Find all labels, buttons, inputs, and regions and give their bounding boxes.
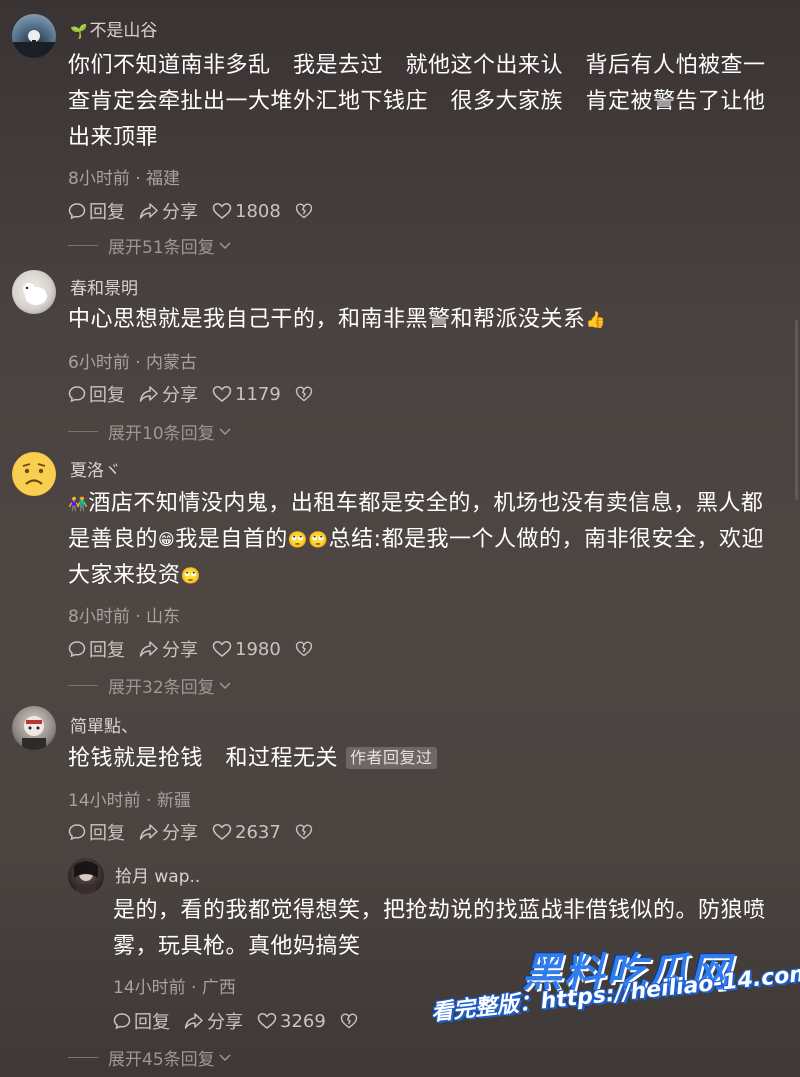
sly-emoji-icon: 🙄 <box>308 530 329 549</box>
expand-replies[interactable]: 展开32条回复 <box>68 673 232 698</box>
comment-text: 你们不知道南非多乱 我是去过 就他这个出来认 背后有人怕被查一查肯定会牵扯出一大… <box>68 53 766 150</box>
heart-icon <box>212 203 232 219</box>
comment-meta: 14小时前 · 新疆 <box>68 791 191 811</box>
share-icon <box>184 1013 203 1029</box>
reply-button[interactable]: 回复 <box>68 381 125 407</box>
comment-text: 中心思想就是我自己干的，和南非黑警和帮派没关系👍 <box>68 302 783 338</box>
author-replied-badge: 作者回复过 <box>346 747 437 769</box>
comment-actions: 回复 分享 3269 <box>113 1008 375 1034</box>
username[interactable]: 春和景明 <box>70 274 138 299</box>
divider <box>68 685 98 686</box>
reply-button[interactable]: 回复 <box>68 198 125 224</box>
avatar[interactable] <box>12 270 56 314</box>
reply-icon <box>68 386 86 403</box>
avatar-image <box>22 716 46 750</box>
username[interactable]: 🌱 不是山谷 <box>70 16 157 41</box>
dislike-button[interactable] <box>340 1012 361 1030</box>
divider <box>68 431 98 432</box>
scrollbar[interactable] <box>795 320 798 500</box>
avatar[interactable] <box>12 452 56 496</box>
avatar[interactable] <box>68 858 104 894</box>
reply-icon <box>113 1013 131 1030</box>
like-button[interactable]: 1179 <box>212 384 281 405</box>
share-icon <box>139 824 158 840</box>
share-button[interactable]: 分享 <box>139 636 198 662</box>
reply-icon <box>68 203 86 220</box>
grin-emoji-icon: 😁 <box>158 530 176 549</box>
share-button[interactable]: 分享 <box>139 819 198 845</box>
expand-replies[interactable]: 展开10条回复 <box>68 419 232 444</box>
reply-icon <box>68 824 86 841</box>
avatar[interactable] <box>12 14 56 58</box>
share-button[interactable]: 分享 <box>139 198 198 224</box>
chevron-down-icon <box>219 681 231 689</box>
broken-heart-icon <box>295 641 313 657</box>
reply-button[interactable]: 回复 <box>113 1008 170 1034</box>
like-count: 1179 <box>235 383 281 405</box>
dislike-button[interactable] <box>295 640 316 658</box>
reply-icon <box>68 641 86 658</box>
expand-replies[interactable]: 展开45条回复 <box>68 1045 232 1070</box>
dislike-button[interactable] <box>295 202 316 220</box>
broken-heart-icon <box>295 824 313 840</box>
like-button[interactable]: 3269 <box>257 1011 326 1032</box>
reply-button[interactable]: 回复 <box>68 636 125 662</box>
comment-actions: 回复 分享 1980 <box>68 636 330 662</box>
comment-meta: 6小时前 · 内蒙古 <box>68 353 198 373</box>
share-button[interactable]: 分享 <box>184 1008 243 1034</box>
comment-meta: 8小时前 · 福建 <box>68 169 181 189</box>
chevron-down-icon <box>219 1053 231 1061</box>
comment-text: 👫酒店不知情没内鬼，出租车都是安全的，机场也没有卖信息，黑人都是善良的😁我是自首… <box>68 486 783 594</box>
dislike-button[interactable] <box>295 385 316 403</box>
like-button[interactable]: 1980 <box>212 639 281 660</box>
chevron-down-icon <box>219 241 231 249</box>
username[interactable]: 拾月 wap.. <box>115 862 200 887</box>
comment-actions: 回复 分享 2637 <box>68 819 330 845</box>
heart-icon <box>212 386 232 402</box>
worried-face-icon <box>13 453 55 495</box>
heart-icon <box>212 641 232 657</box>
broken-heart-icon <box>295 203 313 219</box>
sprout-icon: 🌱 <box>70 24 88 40</box>
share-icon <box>139 386 158 402</box>
avatar-image <box>12 30 56 58</box>
divider <box>68 245 98 246</box>
share-button[interactable]: 分享 <box>139 381 198 407</box>
like-count: 3269 <box>280 1010 326 1032</box>
like-count: 2637 <box>235 821 281 843</box>
share-icon <box>139 203 158 219</box>
sly-emoji-icon: 🙄 <box>287 530 309 549</box>
like-count: 1808 <box>235 200 281 222</box>
people-emoji-icon: 👫 <box>68 494 89 513</box>
divider <box>68 1057 98 1058</box>
comment-actions: 回复 分享 1179 <box>68 381 330 407</box>
comment-actions: 回复 分享 1808 <box>68 198 330 224</box>
reply-button[interactable]: 回复 <box>68 819 125 845</box>
expand-replies[interactable]: 展开51条回复 <box>68 233 232 258</box>
avatar-image <box>23 283 47 305</box>
comment-meta: 8小时前 · 山东 <box>68 607 181 627</box>
comment-text: 抢钱就是抢钱 和过程无关 作者回复过 <box>68 741 783 777</box>
like-button[interactable]: 1808 <box>212 201 281 222</box>
broken-heart-icon <box>295 386 313 402</box>
avatar-image <box>74 861 98 894</box>
sly-emoji-icon: 🙄 <box>180 566 201 585</box>
heart-icon <box>257 1013 277 1029</box>
like-button[interactable]: 2637 <box>212 822 281 843</box>
chevron-down-icon <box>219 427 231 435</box>
username[interactable]: 夏洛ヾ <box>70 456 121 481</box>
heart-icon <box>212 824 232 840</box>
broken-heart-icon <box>340 1013 358 1029</box>
like-count: 1980 <box>235 638 281 660</box>
username[interactable]: 简單點、 <box>70 712 138 737</box>
thumbs-up-emoji-icon: 👍 <box>585 310 606 329</box>
dislike-button[interactable] <box>295 823 316 841</box>
share-icon <box>139 641 158 657</box>
avatar[interactable] <box>12 706 56 750</box>
comment-meta: 14小时前 · 广西 <box>113 978 236 998</box>
